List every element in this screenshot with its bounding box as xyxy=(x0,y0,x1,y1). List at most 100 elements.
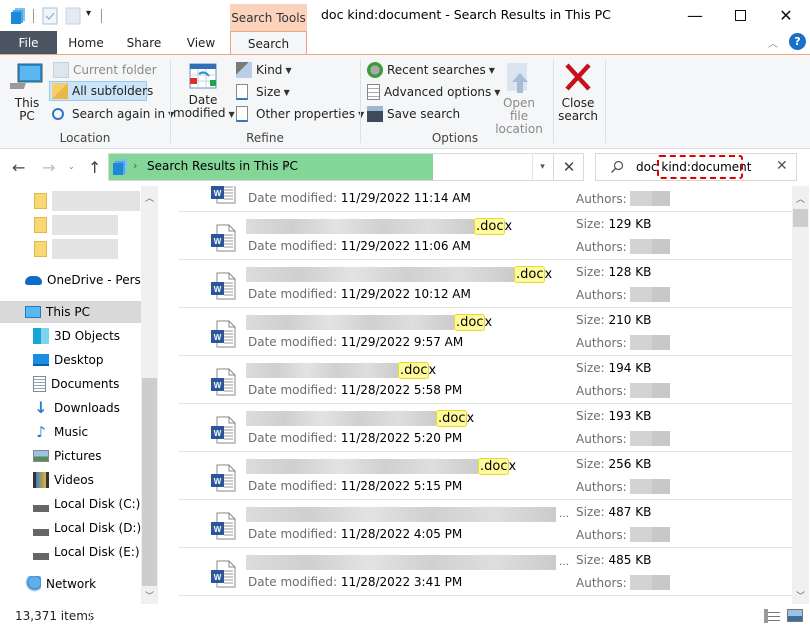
nav-pane-scrollbar[interactable]: ︿ ﹀ xyxy=(141,186,158,604)
result-row[interactable]: W … Date modified: 11/28/2022 4:05 PM Si… xyxy=(178,500,792,548)
breadcrumb-separator[interactable]: › xyxy=(133,159,137,172)
nav-item-downloads[interactable]: ↓ Downloads xyxy=(0,397,141,419)
size-value: 210 KB xyxy=(608,313,652,327)
result-row[interactable]: W .docx Date modified: 11/28/2022 5:20 P… xyxy=(178,404,792,452)
close-search-label-2: search xyxy=(558,109,598,123)
search-again-in-button[interactable]: Search again in ▼ xyxy=(52,104,174,124)
size-button[interactable]: Size ▼ xyxy=(236,82,290,102)
result-row[interactable]: W .docx Date modified: 11/28/2022 5:15 P… xyxy=(178,452,792,500)
result-row[interactable]: W … Date modified: 11/28/2022 3:41 PM Si… xyxy=(178,548,792,596)
forward-button[interactable]: → xyxy=(42,158,55,177)
match-highlight: .doc xyxy=(478,457,509,475)
nav-item-pinned-folder[interactable] xyxy=(0,190,141,212)
nav-item-desktop[interactable]: Desktop xyxy=(0,349,141,371)
file-size: Size: 193 KB xyxy=(576,409,651,423)
close-button[interactable]: ✕ xyxy=(763,0,809,30)
size-key: Size: xyxy=(576,313,605,327)
up-button[interactable]: ↑ xyxy=(88,158,101,177)
search-results-icon xyxy=(113,159,127,175)
address-dropdown-button[interactable]: ▾ xyxy=(532,153,552,181)
file-name[interactable]: … xyxy=(246,505,569,523)
file-name[interactable]: .docx xyxy=(246,313,492,331)
nav-item-this-pc[interactable]: This PC xyxy=(0,301,141,323)
tab-file[interactable]: File xyxy=(0,31,57,55)
date-modified-button[interactable]: Date modified ▼ xyxy=(173,61,235,121)
all-subfolders-label: All subfolders xyxy=(72,84,154,98)
breadcrumb-separator[interactable]: › xyxy=(285,159,289,172)
details-view-button[interactable] xyxy=(764,609,780,623)
current-folder-button[interactable]: Current folder xyxy=(52,60,157,80)
help-icon[interactable]: ? xyxy=(789,33,806,50)
recent-locations-button[interactable]: ⌄ xyxy=(68,162,75,171)
chevron-up-icon[interactable]: ︿ xyxy=(768,35,778,50)
address-bar[interactable]: › Search Results in This PC › xyxy=(108,153,584,181)
scroll-down-icon[interactable]: ﹀ xyxy=(792,589,809,602)
breadcrumb-search-results[interactable]: Search Results in This PC xyxy=(147,159,298,173)
nav-item-pinned-folder[interactable] xyxy=(0,238,141,260)
other-properties-button[interactable]: Other properties ▼ xyxy=(236,104,364,124)
results-scrollbar[interactable]: ︿ ﹀ xyxy=(792,186,809,604)
authors-key: Authors: xyxy=(576,431,627,446)
file-name[interactable]: .docx xyxy=(246,409,474,427)
tab-share[interactable]: Share xyxy=(120,31,168,55)
nav-item-documents[interactable]: Documents xyxy=(0,373,141,395)
results-scroll-thumb[interactable] xyxy=(793,209,808,227)
result-row[interactable]: W .docx Date modified: 11/29/2022 9:57 A… xyxy=(178,308,792,356)
nav-item-music[interactable]: ♪ Music xyxy=(0,421,141,443)
nav-item-local-disk-e[interactable]: Local Disk (E:) xyxy=(0,541,141,563)
result-row[interactable]: W .docx Date modified: 11/29/2022 10:12 … xyxy=(178,260,792,308)
nav-item-pinned-folder[interactable] xyxy=(0,214,141,236)
date-modified: Date modified: 11/29/2022 11:14 AM xyxy=(248,191,471,205)
scroll-up-icon[interactable]: ︿ xyxy=(792,192,809,205)
chevron-down-icon: ▾ xyxy=(540,162,545,172)
nav-item-label: Network xyxy=(46,577,97,591)
file-name[interactable]: … xyxy=(246,553,569,571)
nav-item-local-disk-d[interactable]: Local Disk (D:) xyxy=(0,517,141,539)
this-pc-button[interactable]: This PC xyxy=(8,61,46,123)
tab-home[interactable]: Home xyxy=(62,31,110,55)
back-button[interactable]: ← xyxy=(12,158,25,177)
save-search-button[interactable]: Save search xyxy=(367,104,460,124)
search-box[interactable]: doc kind:document ✕ xyxy=(595,153,797,181)
nav-item-videos[interactable]: Videos xyxy=(0,469,141,491)
nav-item-local-disk-c[interactable]: Local Disk (C:) xyxy=(0,493,141,515)
nav-item-3d-objects[interactable]: 3D Objects xyxy=(0,325,141,347)
file-name[interactable]: .docx xyxy=(246,361,436,379)
nav-pane-scroll-thumb[interactable] xyxy=(142,378,157,586)
result-row[interactable]: W .docx Date modified: 11/28/2022 5:58 P… xyxy=(178,356,792,404)
blurred-file-name xyxy=(246,266,514,282)
file-extension: .docx xyxy=(398,361,436,379)
advanced-options-button[interactable]: Advanced options ▼ xyxy=(367,82,500,102)
authors: Authors: xyxy=(576,527,670,542)
nav-item-pictures[interactable]: Pictures xyxy=(0,445,141,467)
close-search-address-button[interactable]: ✕ xyxy=(553,153,584,181)
nav-item-network[interactable]: Network xyxy=(0,573,141,595)
recent-searches-button[interactable]: Recent searches ▼ xyxy=(367,60,495,80)
new-folder-icon[interactable] xyxy=(65,7,81,25)
svg-text:W: W xyxy=(214,237,222,246)
file-name[interactable]: .docx xyxy=(246,217,512,235)
extension-rest: x xyxy=(484,314,493,330)
maximize-button[interactable] xyxy=(717,0,763,30)
tab-search[interactable]: Search xyxy=(230,31,307,56)
file-name[interactable]: .docx xyxy=(246,457,516,475)
match-highlight: .doc xyxy=(454,313,485,331)
properties-icon[interactable] xyxy=(42,7,58,25)
result-row[interactable]: W … Date modified: 11/29/2022 11:14 AM S… xyxy=(178,186,792,212)
file-name[interactable]: … xyxy=(246,186,559,187)
scroll-up-icon[interactable]: ︿ xyxy=(141,191,158,204)
kind-button[interactable]: Kind ▼ xyxy=(236,60,292,80)
large-icons-view-button[interactable] xyxy=(787,609,803,622)
scroll-down-icon[interactable]: ﹀ xyxy=(141,589,158,602)
nav-item-onedrive[interactable]: OneDrive - Persor xyxy=(0,269,141,291)
all-subfolders-button[interactable]: All subfolders xyxy=(49,81,153,101)
clear-search-button[interactable]: ✕ xyxy=(776,158,788,174)
tab-view[interactable]: View xyxy=(178,31,224,55)
qat-separator xyxy=(33,9,34,23)
result-row[interactable]: W .docx Date modified: 11/29/2022 11:06 … xyxy=(178,212,792,260)
file-name[interactable]: .docx xyxy=(246,265,552,283)
close-search-button[interactable]: Close search xyxy=(556,61,600,123)
customize-qat-icon[interactable]: ▾ xyxy=(86,8,91,19)
open-file-location-button[interactable]: Open file location xyxy=(492,61,546,136)
minimize-button[interactable]: — xyxy=(672,0,718,30)
